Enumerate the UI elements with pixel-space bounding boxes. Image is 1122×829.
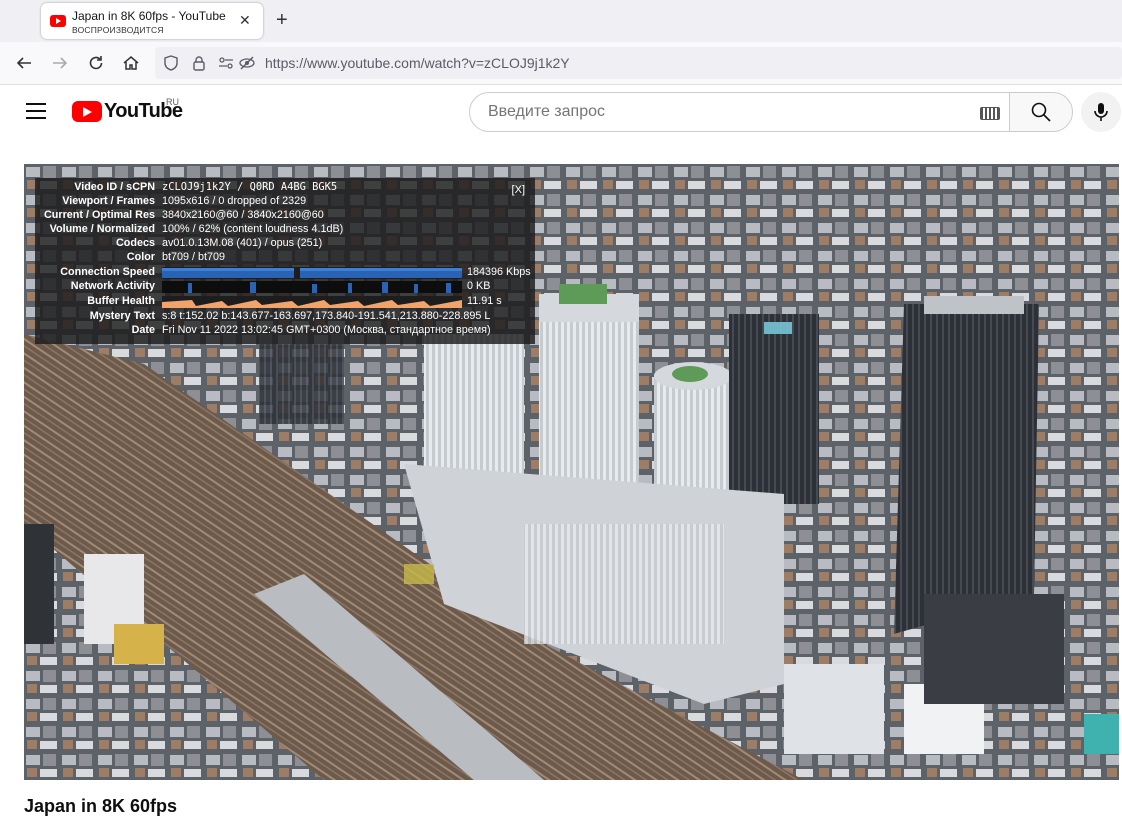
country-code: RU [166, 97, 179, 107]
browser-nav-bar: https://www.youtube.com/watch?v=zCLOJ9j1… [0, 42, 1122, 85]
stats-label: Date [131, 324, 155, 336]
video-player[interactable]: [X] Video ID / sCPN zCLOJ9j1k2Y / Q0RD A… [24, 164, 1119, 780]
lock-icon[interactable] [191, 55, 207, 71]
youtube-logo-icon[interactable] [72, 101, 102, 122]
url-text[interactable]: https://www.youtube.com/watch?v=zCLOJ9j1… [265, 55, 570, 71]
stats-label: Volume / Normalized [49, 223, 155, 235]
stats-row-network-activity: Network Activity 0 KB [35, 280, 535, 294]
stats-row-mystery-text: Mystery Text s:8 t:152.02 b:143.677-163.… [35, 310, 535, 324]
stats-row-codecs: Codecs av01.0.13M.08 (401) / opus (251) [35, 237, 535, 251]
stats-label: Mystery Text [89, 310, 155, 322]
voice-search-button[interactable] [1081, 92, 1121, 132]
browser-tab-strip: Japan in 8K 60fps - YouTube ВОСПРОИЗВОДИ… [0, 0, 1122, 42]
video-title: Japan in 8K 60fps [24, 796, 178, 816]
browser-tab[interactable]: Japan in 8K 60fps - YouTube ВОСПРОИЗВОДИ… [41, 3, 263, 39]
stats-value: 1095x616 / 0 dropped of 2329 [162, 195, 307, 207]
shield-icon[interactable] [163, 55, 179, 71]
back-icon[interactable] [13, 52, 35, 74]
connection-speed-graph [162, 267, 462, 279]
stats-label: Codecs [115, 237, 155, 249]
stats-value: 100% / 62% (content loudness 4.1dB) [162, 223, 344, 235]
stats-value: 0 KB [467, 280, 491, 292]
home-icon[interactable] [120, 52, 142, 74]
stats-row-date: Date Fri Nov 11 2022 13:02:45 GMT+0300 (… [35, 324, 535, 338]
stats-label: Viewport / Frames [62, 195, 155, 207]
network-activity-graph [162, 281, 462, 293]
stats-value: Fri Nov 11 2022 13:02:45 GMT+0300 (Москв… [162, 324, 491, 336]
stats-row-connection-speed: Connection Speed 184396 Kbps [35, 266, 535, 280]
stats-label: Color [126, 251, 155, 263]
youtube-header: YouTube RU [0, 85, 1122, 141]
search-button[interactable] [1009, 92, 1073, 132]
stats-label: Video ID / sCPN [74, 181, 155, 193]
youtube-favicon-icon [50, 15, 66, 27]
search-icon [1031, 102, 1051, 122]
search-box [469, 92, 1010, 132]
keyboard-icon[interactable] [980, 107, 1000, 120]
stats-value: zCLOJ9j1k2Y / Q0RD A4BG BGK5 [162, 181, 338, 193]
stats-value: 11.91 s [467, 295, 502, 307]
stats-row-video-id: Video ID / sCPN zCLOJ9j1k2Y / Q0RD A4BG … [35, 181, 535, 195]
tab-playing-label: ВОСПРОИЗВОДИТСЯ [72, 25, 164, 35]
stats-value: 184396 Kbps [467, 266, 531, 278]
stats-row-volume: Volume / Normalized 100% / 62% (content … [35, 223, 535, 237]
permissions-icon[interactable] [218, 55, 234, 71]
new-tab-icon[interactable]: + [276, 10, 288, 30]
address-bar[interactable]: https://www.youtube.com/watch?v=zCLOJ9j1… [155, 47, 1122, 79]
stats-for-nerds-panel: [X] Video ID / sCPN zCLOJ9j1k2Y / Q0RD A… [35, 178, 535, 344]
stats-row-resolution: Current / Optimal Res 3840x2160@60 / 384… [35, 209, 535, 223]
stats-value: 3840x2160@60 / 3840x2160@60 [162, 209, 324, 221]
stats-row-color: Color bt709 / bt709 [35, 251, 535, 265]
tab-title: Japan in 8K 60fps - YouTube [72, 9, 226, 23]
stats-row-viewport: Viewport / Frames 1095x616 / 0 dropped o… [35, 195, 535, 209]
stats-label: Connection Speed [60, 266, 155, 278]
stats-value: av01.0.13M.08 (401) / opus (251) [162, 237, 323, 249]
stats-label: Buffer Health [87, 295, 155, 307]
stats-value: s:8 t:152.02 b:143.677-163.697,173.840-1… [162, 310, 491, 322]
stats-label: Network Activity [70, 280, 155, 292]
tracking-blocked-icon[interactable] [239, 55, 255, 71]
stats-row-buffer-health: Buffer Health 11.91 s [35, 295, 535, 309]
stats-value: bt709 / bt709 [162, 251, 226, 263]
menu-icon[interactable] [26, 103, 46, 119]
tab-close-icon[interactable]: ✕ [239, 13, 251, 27]
buffer-health-graph [162, 296, 462, 308]
search-input[interactable] [486, 102, 970, 122]
forward-icon[interactable] [49, 52, 71, 74]
stats-label: Current / Optimal Res [44, 209, 155, 221]
reload-icon[interactable] [85, 52, 107, 74]
microphone-icon [1094, 103, 1108, 121]
